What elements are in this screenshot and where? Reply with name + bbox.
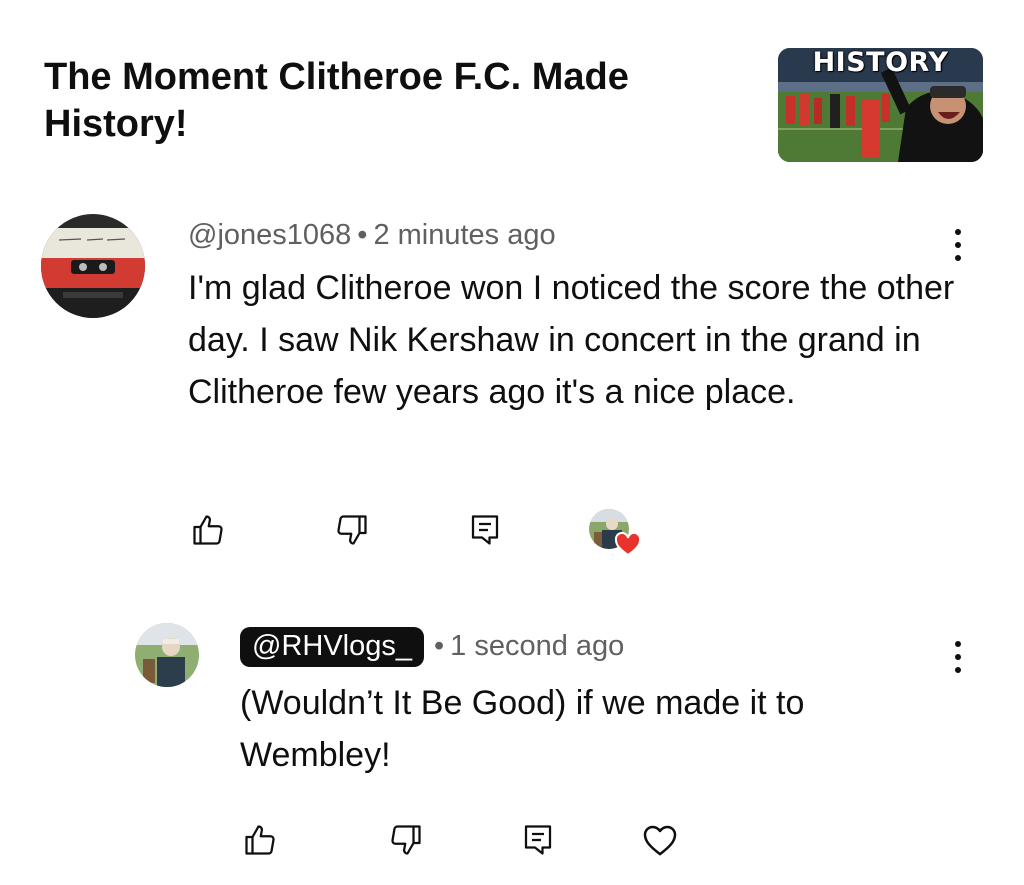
comment-more-options-button[interactable] — [946, 225, 970, 265]
reply-time: 1 second ago — [450, 630, 625, 662]
like-icon — [193, 515, 223, 545]
reply-text: (Wouldn’t It Be Good) if we made it to W… — [240, 684, 805, 774]
reply-button[interactable] — [467, 512, 503, 548]
reply-like-button[interactable] — [242, 822, 278, 858]
avatar[interactable] — [41, 214, 145, 318]
reply-author-badge[interactable]: @RHVlogs_ — [240, 627, 424, 667]
reply-heart-button[interactable] — [640, 820, 680, 860]
reply-meta: @RHVlogs_ • 1 second ago — [240, 627, 624, 667]
more-dot — [955, 242, 961, 248]
more-dot — [955, 667, 961, 673]
comment-author[interactable]: @jones1068 — [188, 219, 351, 251]
meta-separator: • — [434, 630, 445, 662]
reply-icon — [471, 515, 499, 545]
avatar-image — [135, 623, 199, 687]
reply-dislike-button[interactable] — [388, 822, 424, 858]
dislike-button[interactable] — [334, 512, 370, 548]
comment-text: I'm glad Clitheroe won I noticed the sco… — [188, 269, 955, 411]
reply-reply-button[interactable] — [520, 822, 556, 858]
cassette-tape-icon — [41, 214, 145, 318]
reply-more-options-button[interactable] — [946, 637, 970, 677]
more-dot — [955, 641, 961, 647]
comment-time: 2 minutes ago — [373, 219, 556, 251]
creator-heart — [588, 508, 642, 558]
like-button[interactable] — [190, 512, 226, 548]
more-dot — [955, 255, 961, 261]
reply-avatar[interactable] — [135, 623, 199, 687]
heart-icon — [643, 825, 677, 856]
more-dot — [955, 654, 961, 660]
video-title[interactable]: The Moment Clitheroe F.C. Made History! — [44, 54, 744, 148]
meta-separator: • — [357, 219, 368, 251]
reply-icon — [524, 825, 552, 855]
more-dot — [955, 229, 961, 235]
like-icon — [245, 825, 275, 855]
dislike-icon — [391, 825, 421, 855]
creator-heart-icon — [589, 509, 642, 557]
video-thumbnail[interactable]: HISTORY — [778, 48, 983, 162]
dislike-icon — [337, 515, 367, 545]
thumbnail-label: HISTORY — [812, 48, 949, 78]
comment-meta: @jones1068 • 2 minutes ago — [188, 217, 556, 253]
